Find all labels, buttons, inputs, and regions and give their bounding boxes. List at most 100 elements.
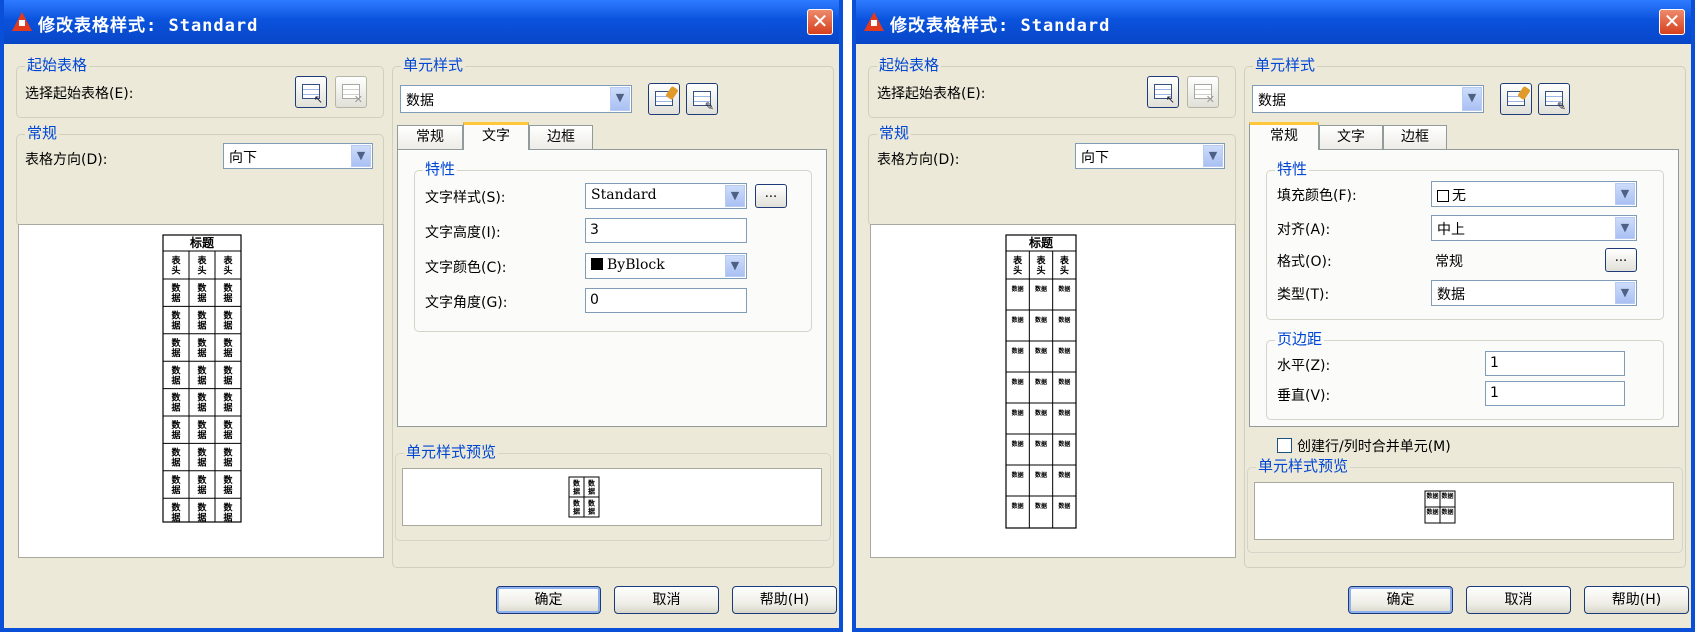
chevron-down-icon[interactable]: ▼	[1615, 217, 1635, 239]
text-height-input[interactable]: 3	[585, 218, 747, 243]
chevron-down-icon[interactable]: ▼	[725, 255, 745, 277]
close-button[interactable]: ✕	[807, 9, 833, 35]
cell-preview-drawing: 数据数据数据数据	[1424, 490, 1456, 524]
vertical-margin-label: 垂直(V):	[1277, 388, 1331, 404]
title-bar[interactable]: 修改表格样式: Standard ✕	[856, 0, 1691, 44]
tab-general[interactable]: 常规	[397, 125, 463, 150]
preview-header-text: 头	[197, 264, 206, 276]
preview-data-text: 数据	[1058, 471, 1070, 479]
preview-data-text: 数	[223, 419, 233, 431]
alignment-select[interactable]: 中上 ▼	[1431, 215, 1637, 241]
tab-border[interactable]: 边框	[1383, 125, 1447, 150]
group-title: 单元样式预览	[404, 441, 499, 462]
cell-preview-text: 据	[573, 487, 580, 496]
preview-data-text: 数据	[1058, 378, 1070, 386]
preview-data-text: 数	[223, 447, 233, 459]
close-button[interactable]: ✕	[1659, 9, 1685, 35]
group-title: 页边距	[1275, 328, 1325, 349]
preview-data-text: 数据	[1012, 316, 1024, 324]
chevron-down-icon[interactable]: ▼	[351, 145, 371, 167]
cell-style-select[interactable]: 数据 ▼	[1252, 85, 1484, 113]
table-direction-label: 表格方向(D):	[877, 152, 960, 168]
table-direction-select[interactable]: 向下 ▼	[223, 143, 373, 169]
cell-preview-group: 单元样式预览 数据数据数据数据	[395, 441, 831, 541]
ok-button[interactable]: 确定	[1348, 586, 1453, 614]
preview-data-text: 数据	[1035, 409, 1047, 417]
cell-preview-group: 单元样式预览 数据数据数据数据	[1247, 455, 1683, 553]
fill-color-label: 填充颜色(F):	[1277, 188, 1357, 204]
preview-header-text: 头	[171, 264, 180, 276]
cell-preview-text: 据	[573, 507, 580, 516]
table-style-dialog-text-tab: 修改表格样式: Standard ✕ 起始表格 选择起始表格(E): ↖ ✕ 常…	[0, 0, 843, 632]
chevron-down-icon[interactable]: ▼	[725, 185, 745, 207]
tab-general[interactable]: 常规	[1249, 122, 1319, 150]
merge-cells-checkbox[interactable]	[1277, 438, 1292, 453]
tab-text[interactable]: 文字	[463, 122, 529, 150]
preview-data-text: 数据	[1058, 347, 1070, 355]
preview-data-text: 据	[197, 292, 206, 304]
group-title: 起始表格	[25, 54, 90, 75]
preview-data-text: 据	[171, 347, 180, 359]
chevron-down-icon[interactable]: ▼	[1615, 183, 1635, 205]
preview-title-text: 标题	[1028, 235, 1054, 250]
text-angle-label: 文字角度(G):	[425, 295, 508, 311]
preview-header-text: 表	[222, 254, 233, 266]
text-style-label: 文字样式(S):	[425, 190, 506, 206]
type-label: 类型(T):	[1277, 287, 1330, 303]
text-angle-input[interactable]: 0	[585, 288, 747, 313]
manage-cell-styles-button[interactable]: ✎	[1538, 83, 1570, 115]
starting-table-group: 起始表格 选择起始表格(E): ↖ ✕	[16, 54, 384, 118]
preview-data-text: 据	[197, 511, 206, 523]
preview-data-text: 数	[171, 419, 181, 431]
preview-data-text: 数	[197, 337, 207, 349]
title-bar[interactable]: 修改表格样式: Standard ✕	[4, 0, 839, 44]
preview-data-text: 数据	[1058, 502, 1070, 510]
format-value: 常规	[1435, 254, 1463, 270]
create-cell-style-button[interactable]	[1500, 83, 1532, 115]
manage-cell-styles-button[interactable]: ✎	[686, 83, 718, 115]
text-color-select[interactable]: ByBlock ▼	[585, 253, 747, 279]
format-browse-button[interactable]: ...	[1605, 248, 1637, 272]
fill-color-select[interactable]: 无 ▼	[1431, 181, 1637, 207]
preview-data-text: 据	[171, 511, 180, 523]
merge-cells-label: 创建行/列时合并单元(M)	[1297, 439, 1451, 455]
text-color-label: 文字颜色(C):	[425, 260, 507, 276]
preview-data-text: 据	[171, 484, 180, 496]
dialog-title: 修改表格样式: Standard	[38, 16, 259, 36]
horizontal-margin-input[interactable]: 1	[1485, 351, 1625, 376]
ok-button[interactable]: 确定	[496, 586, 601, 614]
cell-preview-text: 数	[573, 479, 581, 488]
select-table-button[interactable]: ↖	[1147, 76, 1179, 108]
chevron-down-icon[interactable]: ▼	[1462, 87, 1482, 111]
help-button[interactable]: 帮助(H)	[732, 586, 837, 614]
autocad-logo-icon	[12, 12, 32, 31]
table-direction-label: 表格方向(D):	[25, 152, 108, 168]
help-button[interactable]: 帮助(H)	[1584, 586, 1689, 614]
group-title: 特性	[1275, 158, 1310, 179]
select-table-button[interactable]: ↖	[295, 76, 327, 108]
tab-text[interactable]: 文字	[1319, 125, 1383, 150]
text-style-select[interactable]: Standard ▼	[585, 183, 747, 209]
preview-header-text: 表	[170, 254, 181, 266]
preview-data-text: 数据	[1035, 316, 1047, 324]
preview-data-text: 据	[171, 292, 180, 304]
cell-style-select[interactable]: 数据 ▼	[400, 85, 632, 113]
preview-header-text: 表	[1012, 254, 1023, 266]
group-title: 单元样式	[401, 54, 466, 75]
vertical-margin-input[interactable]: 1	[1485, 381, 1625, 406]
chevron-down-icon[interactable]: ▼	[1203, 145, 1223, 167]
preview-data-text: 数据	[1035, 285, 1047, 293]
create-cell-style-button[interactable]	[648, 83, 680, 115]
cell-preview-text: 数据	[1441, 492, 1453, 500]
cancel-button[interactable]: 取消	[1466, 586, 1571, 614]
text-style-browse-button[interactable]: ...	[755, 184, 787, 208]
chevron-down-icon[interactable]: ▼	[610, 87, 630, 111]
chevron-down-icon[interactable]: ▼	[1615, 282, 1635, 304]
type-select[interactable]: 数据 ▼	[1431, 280, 1637, 306]
cancel-button[interactable]: 取消	[614, 586, 719, 614]
tab-border[interactable]: 边框	[529, 125, 593, 150]
preview-data-text: 据	[197, 484, 206, 496]
preview-data-text: 数据	[1012, 378, 1024, 386]
cell-preview-text: 数	[588, 479, 596, 488]
table-direction-select[interactable]: 向下 ▼	[1075, 143, 1225, 169]
